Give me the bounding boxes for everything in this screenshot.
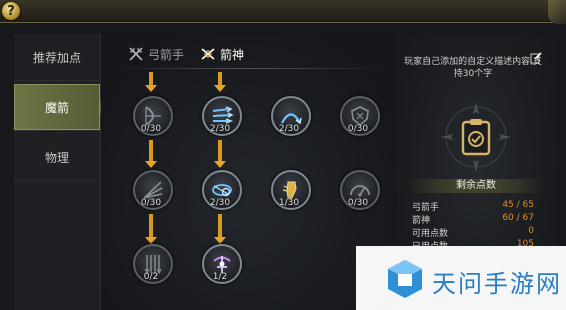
stat-label: 箭神 <box>412 216 431 226</box>
skill-points: 0/2 <box>143 272 159 282</box>
tab-label: 推荐加点 <box>32 50 81 65</box>
stat-label: 可用点数 <box>412 229 449 239</box>
watermark-text: 天问手游网 <box>432 270 562 298</box>
stat-archer: 弓箭手 45 / 65 <box>412 200 534 213</box>
subtab-label: 弓箭手 <box>148 47 185 62</box>
skill-points: 0/30 <box>347 124 369 134</box>
crossed-bows-icon <box>129 47 143 61</box>
tree-arrow <box>145 214 157 244</box>
subtab-label: 箭神 <box>220 47 245 62</box>
tab-label: 物理 <box>44 150 69 165</box>
stat-value: 45 / 65 <box>502 200 534 210</box>
tab-physical[interactable]: 物理 <box>14 134 100 181</box>
skill-points: 0/30 <box>140 124 162 134</box>
remaining-points-title: 剩余点数 <box>408 179 544 193</box>
skill-points: 2/30 <box>278 124 300 134</box>
skill-points: 0/30 <box>140 198 162 208</box>
arrow-god-icon <box>201 48 215 60</box>
edit-icon[interactable] <box>530 52 542 64</box>
stat-value: 60 / 67 <box>502 213 534 223</box>
stat-arrow-god: 箭神 60 / 67 <box>412 213 534 226</box>
skill-points: 1/30 <box>278 198 300 208</box>
left-tab-panel: 推荐加点 魔箭 物理 <box>14 34 107 310</box>
sub-tab-bar: 弓箭手 箭神 <box>120 42 300 68</box>
tree-arrow <box>214 72 226 92</box>
tab-recommended[interactable]: 推荐加点 <box>14 34 100 81</box>
skill-points: 2/30 <box>209 124 231 134</box>
help-icon: ? <box>7 3 15 19</box>
stat-available-points: 可用点数 0 <box>412 226 534 239</box>
stat-value: 0 <box>528 226 534 236</box>
watermark-logo-icon <box>388 260 422 298</box>
stat-label: 弓箭手 <box>412 203 440 213</box>
skill-points: 2/30 <box>209 198 231 208</box>
tree-arrow <box>214 140 226 168</box>
custom-description: 玩家自己添加的自定义描述内容,支持30个字 <box>404 57 542 79</box>
tree-arrow <box>214 214 226 244</box>
tab-magic-arrow[interactable]: 魔箭 <box>14 84 107 131</box>
divider <box>110 68 390 69</box>
help-button[interactable]: ? <box>2 2 20 20</box>
clipboard-check-icon <box>461 119 491 156</box>
subtab-archer[interactable]: 弓箭手 <box>128 42 184 66</box>
tree-arrow <box>145 72 157 92</box>
frame-corner-ornament <box>548 0 566 24</box>
tree-arrow <box>145 140 157 168</box>
skill-points: 1/2 <box>212 272 228 282</box>
subtab-arrow-god[interactable]: 箭神 <box>200 42 244 66</box>
top-frame <box>0 0 566 23</box>
skill-points: 0/30 <box>347 198 369 208</box>
tab-label: 魔箭 <box>44 100 69 115</box>
